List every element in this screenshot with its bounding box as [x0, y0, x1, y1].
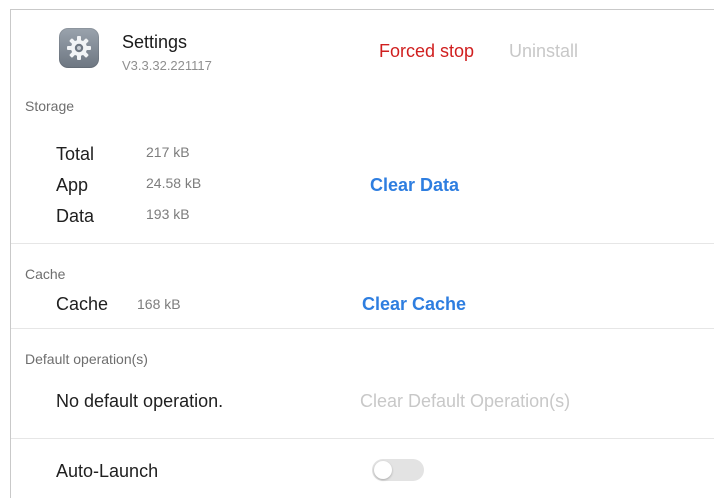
uninstall-button[interactable]: Uninstall: [509, 41, 578, 62]
auto-launch-label: Auto-Launch: [56, 461, 159, 481]
storage-data-value: 193 kB: [146, 206, 190, 222]
clear-default-operations-button[interactable]: Clear Default Operation(s): [360, 391, 570, 412]
storage-total-value: 217 kB: [146, 144, 190, 160]
cache-label: Cache: [56, 294, 109, 314]
app-info-panel: Settings V3.3.32.221117 Forced stop Unin…: [10, 9, 714, 498]
storage-app-value: 24.58 kB: [146, 175, 202, 191]
storage-data-label: Data: [56, 206, 95, 226]
divider: [11, 328, 714, 329]
cache-value: 168 kB: [137, 296, 181, 312]
default-operation-status: No default operation.: [56, 391, 224, 411]
app-version: V3.3.32.221117: [122, 58, 212, 73]
default-operations-section-label: Default operation(s): [25, 351, 148, 367]
divider: [11, 243, 714, 244]
auto-launch-toggle[interactable]: [372, 459, 424, 481]
toggle-knob: [374, 461, 392, 479]
clear-cache-button[interactable]: Clear Cache: [362, 294, 466, 315]
storage-total-label: Total: [56, 144, 95, 164]
app-name: Settings: [122, 32, 188, 52]
forced-stop-button[interactable]: Forced stop: [379, 41, 474, 62]
storage-app-label: App: [56, 175, 89, 195]
settings-gear-icon: [59, 28, 99, 68]
cache-section-label: Cache: [25, 266, 66, 282]
divider: [11, 438, 714, 439]
clear-data-button[interactable]: Clear Data: [370, 175, 459, 196]
storage-section-label: Storage: [25, 98, 75, 114]
